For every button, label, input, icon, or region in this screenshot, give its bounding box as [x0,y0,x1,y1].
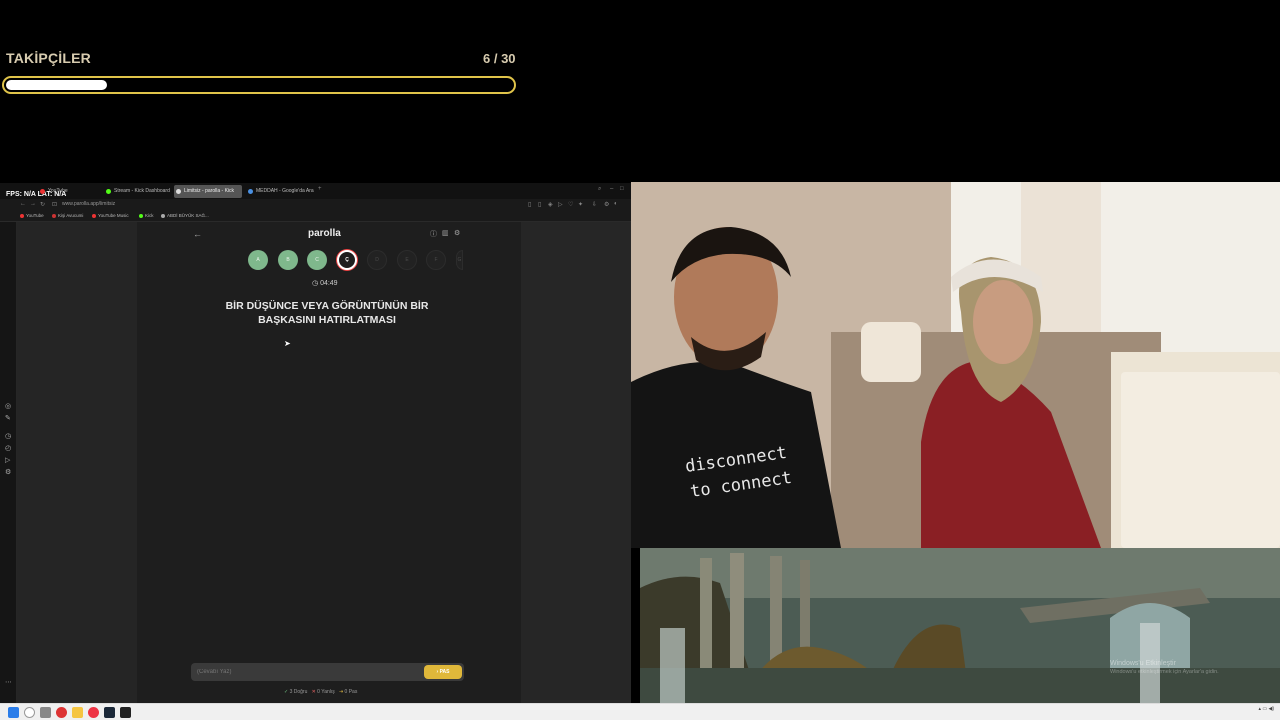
side-panel [17,222,137,703]
system-tray[interactable]: ▴ ▭ ◀) [1258,706,1274,718]
search-icon[interactable] [24,707,35,718]
mouse-cursor-icon: ➤ [284,339,291,348]
pass-count: 0 Pas [344,689,358,695]
settings-icon[interactable]: ⚙ [604,201,609,208]
wrong-count: 0 Yanlış [317,689,335,695]
letter-c: C [307,250,327,270]
tab-google-search[interactable]: MEDDAH - Google'da Ara [246,185,316,198]
letter-a: A [248,250,268,270]
steam-icon[interactable] [104,707,115,718]
download-icon[interactable]: ⇩ [592,201,597,208]
bookmark-label: Kişi Avucumi [58,213,84,218]
followers-count: 6 / 30 [483,51,516,66]
browser-sidebar-rail: ◎ ✎ ◷ ◴ ▷ ⚙ ⋯ [0,222,17,703]
pass-label: PAS [439,669,450,675]
pass-button[interactable]: › PAS [424,665,462,679]
settings-icon[interactable] [40,707,51,718]
wallpaper-image [640,548,1280,703]
obs-icon[interactable] [88,707,99,718]
letter-g: G [456,250,463,270]
tab-label: Limitsiz - parolla - Kick [184,188,235,194]
chatgpt-icon[interactable]: ◎ [5,402,11,410]
tab-label: YouTube [48,188,68,194]
puzzle-icon[interactable]: ✦ [578,201,583,208]
back-arrow-icon[interactable]: ← [193,229,202,239]
followers-progress-bar [2,76,516,94]
address-bar[interactable]: ← → ↻ ⊡ www.parolla.app/limitsiz ▯ ▯ ◈ ▷… [0,199,631,211]
desktop-wallpaper: Windows'u Etkinleştir Windows'u etkinleş… [640,548,1280,703]
correct-count: 3 Doğru [289,689,308,695]
letter-b: B [278,250,298,270]
followers-progress-fill [6,80,107,90]
question-text: BİR DÜŞÜNCE VEYA GÖRÜNTÜNÜN BİR BAŞKASIN… [225,300,429,326]
bookmarks-bar: YouTube Kişi Avucumi YouTube Music Kick … [0,211,631,222]
right-panel [521,222,631,703]
maximize-icon[interactable]: □ [620,186,624,192]
back-icon[interactable]: ← [20,201,26,207]
game-column [137,222,521,703]
letter-e: E [397,250,417,270]
info-icon[interactable]: ⓘ [430,229,437,239]
answer-input[interactable] [197,666,422,678]
bookmark-item[interactable]: ABDİ BÜYÜK SAĞ... [161,213,209,218]
lock-icon: ⊡ [52,202,58,208]
letter-f: F [426,250,446,270]
gear-icon[interactable]: ⚙ [5,468,11,476]
answer-box: › PAS [191,663,464,681]
bookmark-label: ABDİ BÜYÜK SAĞ... [167,213,209,218]
bookmark-item[interactable]: YouTube Music [92,213,129,218]
bookmark-item[interactable]: Kişi Avucumi [52,213,83,218]
tab-label: MEDDAH - Google'da Ara [256,188,314,194]
webcam-image: disconnect to connect [631,182,1280,548]
bookmark-label: YouTube Music [98,213,129,218]
timer-value: 04:49 [320,280,338,287]
letter-d: D [367,250,387,270]
timer: ◷ 04:49 [312,279,338,287]
shield-icon[interactable]: ◈ [548,201,553,208]
bookmark-label: Kick [145,213,154,218]
followers-title: TAKİPÇİLER [6,50,91,66]
more-icon[interactable]: ⋯ [5,678,12,686]
score-stats: ✓ 3 Doğru ✕ 0 Yanlış ⇥ 0 Pas [284,689,357,695]
windows-start-icon[interactable] [8,707,19,718]
extension-icon[interactable]: ▯ [538,201,541,208]
play-icon[interactable]: ▷ [558,201,563,208]
history-icon[interactable]: ◴ [5,444,11,452]
forward-icon[interactable]: → [30,201,36,207]
bookmark-item[interactable]: Kick [139,213,154,218]
webcam-feed: disconnect to connect [631,182,1280,548]
tab-label: Stream - Kick Dashboard [114,188,170,194]
tab-parolla[interactable]: Limitsiz - parolla - Kick [174,185,242,198]
folder-icon[interactable] [72,707,83,718]
app-icon[interactable] [120,707,131,718]
tab-kick-dashboard[interactable]: Stream - Kick Dashboard [104,185,172,198]
bookmark-label: YouTube [26,213,44,218]
search-icon[interactable]: ⌕ [598,186,601,193]
taskbar: ▴ ▭ ◀) [0,703,1280,720]
tab-youtube[interactable]: YouTube [38,185,102,198]
clock-icon: ◷ [312,280,321,287]
settings-icon[interactable]: ⚙ [454,229,460,237]
heart-icon[interactable]: ♡ [568,201,573,208]
stats-icon[interactable]: ▥ [442,229,449,237]
letter-current: Ç [337,250,357,270]
profile-icon[interactable]: ◐ [614,201,618,207]
clock-icon[interactable]: ◷ [5,432,11,440]
activation-watermark-title: Windows'u Etkinleştir [1110,660,1176,667]
minimize-icon[interactable]: – [610,186,613,192]
browser-icon[interactable] [56,707,67,718]
activation-watermark-subtitle: Windows'u etkinleştirmek için Ayarlar'a … [1110,669,1219,675]
new-tab-icon[interactable]: + [318,186,322,192]
bookmark-icon[interactable]: ▷ [5,456,10,464]
url-text[interactable]: www.parolla.app/limitsiz [62,201,115,207]
browser-window: FPS: N/A LAT: N/A YouTube Stream - Kick … [0,183,631,703]
bookmark-item[interactable]: YouTube [20,213,44,218]
reload-icon[interactable]: ↻ [40,201,45,208]
extension-icon[interactable]: ▯ [528,201,531,208]
app-title: parolla [308,228,341,239]
tool-icon[interactable]: ✎ [5,414,11,422]
tab-bar: FPS: N/A LAT: N/A YouTube Stream - Kick … [0,183,631,199]
